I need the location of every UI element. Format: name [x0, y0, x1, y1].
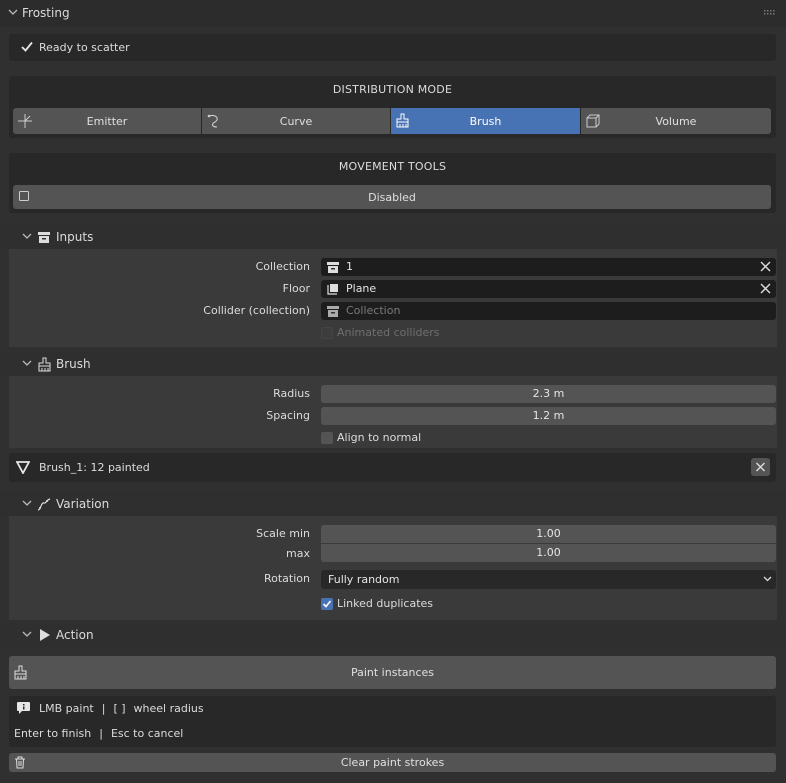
linked-duplicates-checkbox[interactable] — [321, 598, 333, 610]
hint-wheel-radius: wheel radius — [133, 702, 204, 715]
mode-brush-button[interactable]: Brush — [391, 108, 580, 134]
hint-separator: | — [99, 727, 103, 740]
emitter-icon — [17, 113, 33, 129]
section-variation-header[interactable]: Variation — [0, 492, 786, 516]
movement-disabled-label: Disabled — [368, 190, 416, 204]
section-inputs-header[interactable]: Inputs — [0, 225, 786, 249]
checkbox-empty-icon — [19, 191, 30, 202]
chevron-down-icon — [22, 360, 32, 367]
align-to-normal-label: Align to normal — [337, 431, 422, 444]
clear-paint-strokes-button[interactable]: Clear paint strokes — [9, 753, 776, 772]
clear-icon[interactable] — [760, 261, 771, 272]
hint-separator: | — [101, 702, 106, 715]
trash-icon — [14, 756, 26, 769]
collider-label: Collider (collection) — [203, 304, 310, 317]
section-inputs-title: Inputs — [56, 230, 94, 244]
curve-icon — [206, 113, 222, 129]
collection-field[interactable]: 1 — [321, 258, 776, 276]
distribution-mode-heading: DISTRIBUTION MODE — [332, 83, 453, 96]
collection-box-icon — [37, 230, 51, 244]
movement-tools-heading: MOVEMENT TOOLS — [338, 160, 447, 173]
movement-disabled-button[interactable]: Disabled — [13, 185, 771, 209]
floor-label: Floor — [282, 282, 310, 295]
section-brush-title: Brush — [56, 357, 91, 371]
chevron-down-icon — [8, 9, 18, 16]
info-bubble-icon — [16, 701, 31, 715]
status-text: Ready to scatter — [39, 41, 130, 54]
paint-hints-box: LMB paint | [ ] wheel radius Enter to fi… — [9, 696, 776, 747]
collection-value: 1 — [346, 260, 353, 273]
section-brush-header[interactable]: Brush — [0, 352, 786, 376]
distribution-mode-box: DISTRIBUTION MODE Emitter Curve Brush Vo… — [9, 76, 776, 138]
brush-entry-row[interactable]: Brush_1: 12 painted — [9, 453, 776, 482]
brush-icon — [395, 113, 411, 129]
checkmark-icon — [21, 41, 33, 52]
hint-brackets: [ ] — [113, 702, 126, 715]
hint-enter-finish: Enter to finish — [14, 727, 92, 740]
scale-max-field[interactable]: 1.00 — [321, 544, 776, 562]
curve-wave-icon — [37, 497, 52, 512]
mode-curve-label: Curve — [279, 114, 313, 128]
mode-volume-label: Volume — [655, 114, 697, 128]
remove-brush-button[interactable] — [751, 458, 770, 476]
paint-instances-button[interactable]: Paint instances — [9, 656, 776, 689]
filter-triangle-icon — [16, 460, 30, 474]
mode-brush-label: Brush — [469, 114, 502, 128]
panel-title: Frosting — [22, 6, 70, 20]
radius-label: Radius — [273, 387, 310, 400]
spacing-label: Spacing — [266, 409, 310, 422]
section-variation-title: Variation — [56, 497, 110, 511]
floor-value: Plane — [346, 282, 377, 295]
chevron-down-icon — [22, 233, 32, 240]
chevron-down-icon — [22, 631, 32, 638]
hint-lmb-paint: LMB paint — [39, 702, 94, 715]
rotation-value: Fully random — [328, 573, 400, 586]
mesh-object-icon — [326, 282, 340, 296]
play-icon — [37, 628, 51, 642]
panel-header[interactable]: Frosting — [0, 0, 786, 27]
linked-duplicates-label: Linked duplicates — [337, 597, 434, 610]
drag-grip-icon[interactable] — [764, 10, 776, 16]
collection-box-icon — [326, 260, 340, 274]
rotation-label: Rotation — [263, 572, 310, 585]
movement-tools-box: MOVEMENT TOOLS Disabled — [9, 153, 776, 213]
radius-field[interactable]: 2.3 m — [321, 385, 776, 403]
mode-emitter-label: Emitter — [86, 114, 128, 128]
brush-icon — [13, 665, 28, 680]
floor-field[interactable]: Plane — [321, 280, 776, 298]
brush-icon — [37, 357, 52, 372]
collider-field[interactable]: Collection — [321, 302, 776, 320]
section-action-header[interactable]: Action — [0, 623, 786, 647]
close-icon — [756, 462, 765, 472]
scale-max-label: max — [286, 547, 310, 560]
scale-min-field[interactable]: 1.00 — [321, 525, 776, 543]
section-action-title: Action — [56, 628, 94, 642]
collection-label: Collection — [255, 260, 310, 273]
align-to-normal-checkbox[interactable] — [321, 432, 333, 444]
clear-paint-strokes-label: Clear paint strokes — [340, 756, 445, 769]
volume-icon — [585, 113, 601, 129]
chevron-down-icon — [22, 500, 32, 507]
animated-colliders-checkbox[interactable] — [321, 327, 333, 339]
scale-min-label: Scale min — [256, 527, 310, 540]
mode-volume-button[interactable]: Volume — [581, 108, 771, 134]
spacing-field[interactable]: 1.2 m — [321, 407, 776, 425]
clear-icon[interactable] — [760, 283, 771, 294]
brush-entry-text: Brush_1: 12 painted — [39, 461, 150, 474]
hint-esc-cancel: Esc to cancel — [110, 727, 184, 740]
status-box: Ready to scatter — [9, 34, 776, 61]
mode-curve-button[interactable]: Curve — [202, 108, 390, 134]
collection-box-icon — [326, 304, 340, 318]
collider-placeholder: Collection — [346, 304, 401, 317]
rotation-dropdown[interactable]: Fully random — [321, 570, 776, 589]
mode-emitter-button[interactable]: Emitter — [13, 108, 201, 134]
paint-instances-label: Paint instances — [350, 666, 435, 679]
animated-colliders-label: Animated colliders — [337, 326, 440, 339]
checkmark-icon — [322, 600, 332, 608]
chevron-down-icon — [763, 576, 772, 582]
